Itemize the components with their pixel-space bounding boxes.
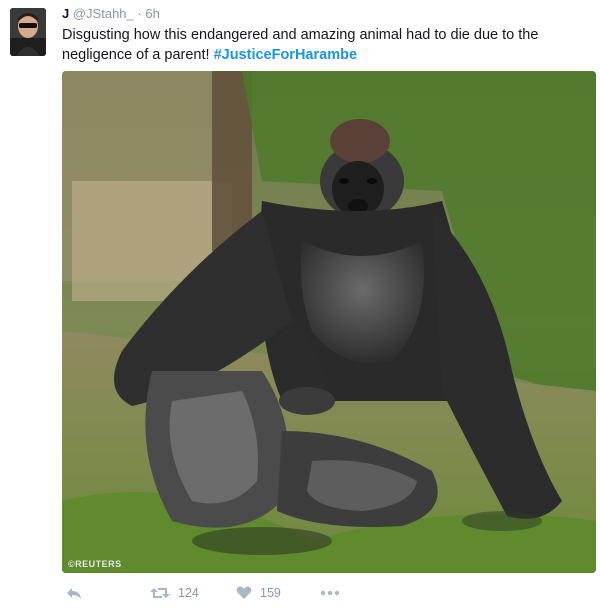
reply-button[interactable] (66, 583, 82, 603)
tweet-header: J @JStahh_ · 6h (62, 5, 160, 23)
author-name[interactable]: J (62, 6, 69, 21)
tweet-photo[interactable]: ©REUTERS (62, 71, 596, 573)
tweet-text: Disgusting how this endangered and amazi… (62, 25, 587, 65)
gorilla-photo (62, 71, 596, 573)
photo-credit: ©REUTERS (68, 559, 122, 569)
retweet-button[interactable]: 124 (150, 583, 199, 603)
more-button[interactable] (320, 583, 340, 603)
avatar-image (10, 8, 46, 56)
separator: · (137, 6, 142, 21)
avatar[interactable] (10, 8, 46, 56)
retweet-icon (150, 588, 170, 598)
author-handle[interactable]: @JStahh_ (73, 6, 134, 21)
heart-icon (236, 586, 252, 599)
tweet-time[interactable]: 6h (145, 6, 159, 21)
reply-icon (67, 588, 81, 599)
hashtag-link[interactable]: #JusticeForHarambe (214, 47, 357, 63)
like-button[interactable]: 159 (236, 583, 281, 603)
retweet-count: 124 (178, 586, 199, 600)
more-dots-icon (320, 590, 340, 596)
like-count: 159 (260, 586, 281, 600)
